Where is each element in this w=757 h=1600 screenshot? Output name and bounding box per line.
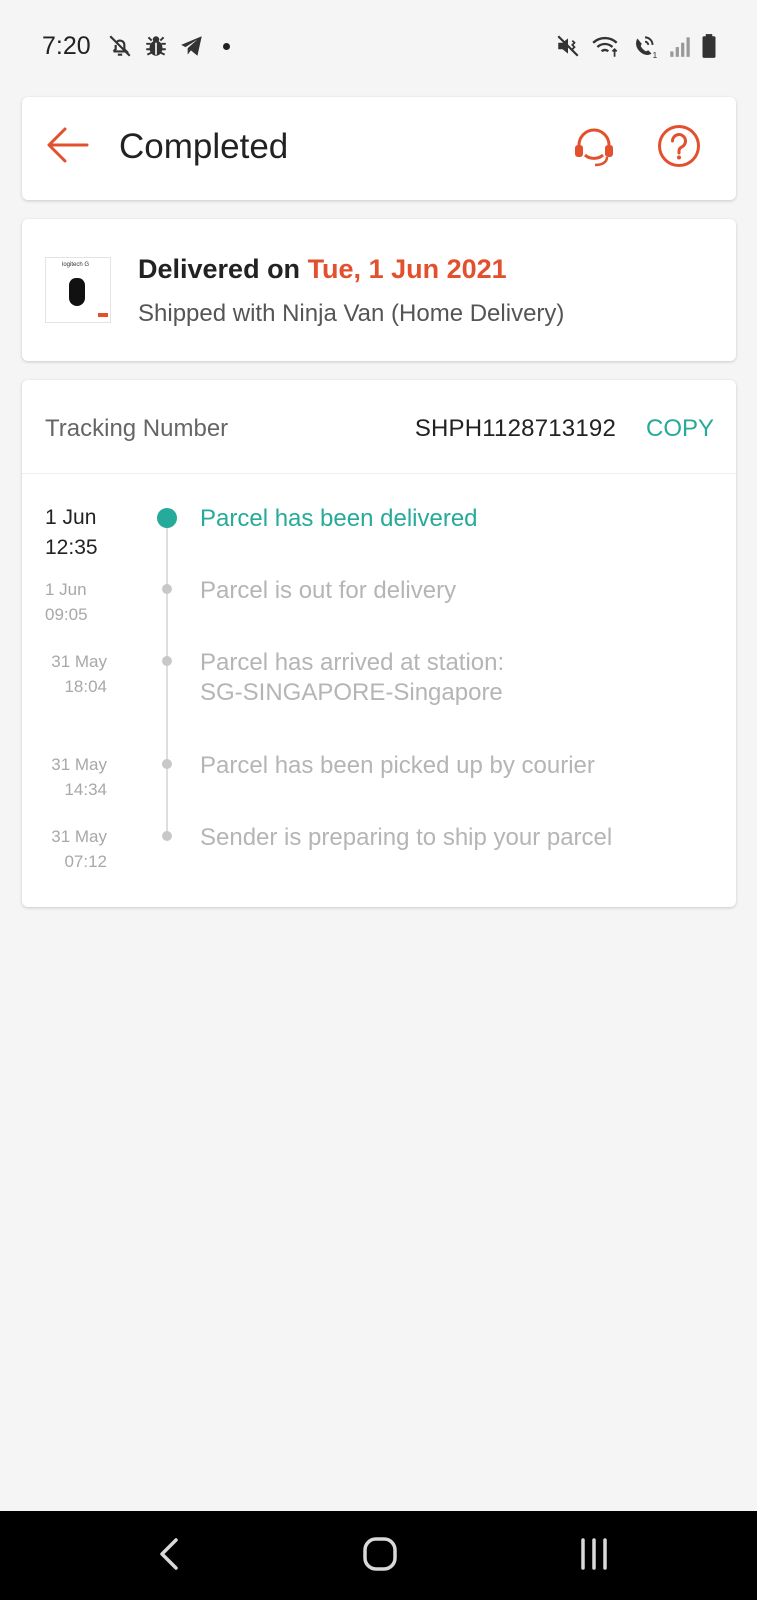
nav-back-button[interactable] — [142, 1529, 196, 1583]
notification-dot — [222, 42, 230, 50]
event-text-line2: SG-SINGAPORE-Singapore — [200, 679, 503, 706]
status-time: 7:20 — [42, 31, 91, 60]
status-left: 7:20 — [42, 32, 230, 61]
nav-back-icon — [154, 1534, 184, 1579]
svg-text:1: 1 — [653, 50, 658, 59]
question-circle-icon — [657, 124, 701, 173]
event-text: Parcel is out for delivery — [200, 577, 457, 604]
telegram-icon — [179, 33, 205, 59]
event-date-time: 31 May 07:12 — [45, 824, 107, 874]
help-button[interactable] — [655, 124, 703, 172]
event-time: 07:12 — [64, 852, 107, 871]
event-time: 18:04 — [64, 677, 107, 696]
price-tag-icon — [98, 313, 108, 317]
delivery-summary-card: logitech G Delivered on Tue, 1 Jun 2021 … — [22, 219, 736, 361]
timeline-dot-active — [157, 508, 177, 528]
arrow-left-icon — [45, 127, 89, 168]
battery-icon — [701, 33, 717, 59]
nav-recents-button[interactable] — [567, 1529, 621, 1583]
bug-icon — [143, 33, 169, 59]
status-bar: 7:20 1 — [0, 0, 757, 92]
tracking-number-label: Tracking Number — [45, 415, 229, 442]
event-date-time: 1 Jun 12:35 — [45, 503, 98, 563]
event-date: 31 May — [51, 755, 107, 774]
delivered-status: Delivered on Tue, 1 Jun 2021 — [138, 253, 507, 285]
signal-icon — [669, 33, 691, 59]
event-time: 12:35 — [45, 536, 98, 559]
event-date-time: 31 May 18:04 — [45, 649, 107, 699]
back-button[interactable] — [44, 127, 90, 167]
event-text: Parcel has arrived at station: SG-SINGAP… — [200, 648, 504, 708]
status-right: 1 — [555, 33, 717, 59]
delivered-prefix: Delivered on — [138, 254, 308, 284]
timeline-dot — [162, 759, 172, 769]
event-text: Parcel has been picked up by courier — [200, 752, 595, 779]
event-text: Parcel has been delivered — [200, 505, 478, 532]
event-date-time: 1 Jun 09:05 — [45, 577, 88, 627]
header-bar: Completed — [22, 97, 736, 200]
tracking-number: SHPH1128713192 — [414, 415, 616, 442]
headset-icon — [571, 123, 617, 174]
event-date: 1 Jun — [45, 506, 97, 529]
mouse-product-icon — [69, 278, 85, 306]
event-time: 14:34 — [64, 780, 107, 799]
event-date: 31 May — [51, 652, 107, 671]
nav-home-button[interactable] — [353, 1529, 407, 1583]
tracking-card: Tracking Number SHPH1128713192 COPY 1 Ju… — [22, 380, 736, 907]
event-date: 1 Jun — [45, 580, 87, 599]
tracking-header: Tracking Number SHPH1128713192 COPY — [22, 380, 736, 474]
notifications-off-icon — [107, 33, 133, 59]
event-text-line1: Parcel has arrived at station: — [200, 649, 505, 676]
event-text: Sender is preparing to ship your parcel — [200, 824, 613, 851]
nav-home-icon — [360, 1534, 400, 1579]
product-thumbnail[interactable]: logitech G — [45, 257, 111, 323]
shipping-method: Shipped with Ninja Van (Home Delivery) — [138, 300, 565, 327]
event-date-time: 31 May 14:34 — [45, 752, 107, 802]
event-time: 09:05 — [45, 605, 88, 624]
timeline-dot — [162, 584, 172, 594]
event-date: 31 May — [51, 827, 107, 846]
delivered-date: Tue, 1 Jun 2021 — [307, 254, 507, 284]
timeline-dot — [162, 656, 172, 666]
timeline-line — [166, 520, 168, 832]
timeline-dot — [162, 831, 172, 841]
wifi-call-icon: 1 — [631, 33, 659, 59]
copy-button[interactable]: COPY — [646, 414, 714, 444]
wifi-icon — [591, 33, 621, 59]
nav-recents-icon — [576, 1534, 612, 1579]
logitech-logo-icon: logitech G — [62, 262, 90, 268]
page-title: Completed — [119, 127, 289, 166]
customer-support-button[interactable] — [570, 124, 618, 172]
system-navigation-bar — [0, 1511, 757, 1600]
vibrate-icon — [555, 33, 581, 59]
